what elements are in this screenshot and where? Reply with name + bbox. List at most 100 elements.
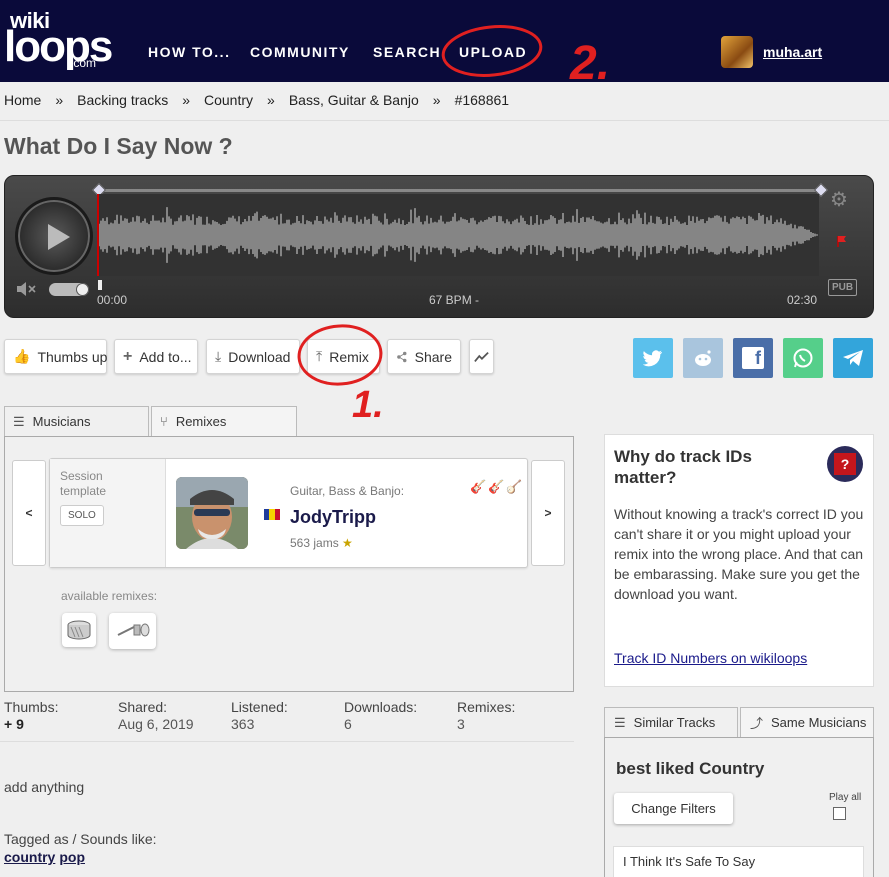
waveform-path xyxy=(97,207,818,263)
breadcrumb-backing-tracks[interactable]: Backing tracks xyxy=(77,92,168,108)
tab-same-label: Same Musicians xyxy=(771,715,867,730)
upload-icon: ⤒ xyxy=(316,348,323,364)
remix-button[interactable]: ⤒ Remix xyxy=(307,339,380,374)
add-to-button[interactable]: + Add to... xyxy=(114,339,198,374)
stat-downloads-value: 6 xyxy=(344,716,352,732)
session-info: Session template SOLO xyxy=(50,459,166,567)
nav-how-to[interactable]: HOW TO... xyxy=(148,44,230,60)
stats-button[interactable] xyxy=(469,339,494,374)
facebook-button[interactable]: f xyxy=(733,338,773,378)
instrument-icons: 🎸🎸🪕 xyxy=(470,479,525,495)
waveform[interactable] xyxy=(97,194,819,276)
remix-label: Remix xyxy=(329,348,369,365)
star-icon: ★ xyxy=(342,536,353,550)
stat-shared: Shared: Aug 6, 2019 xyxy=(118,699,194,733)
nav-upload[interactable]: UPLOAD xyxy=(459,44,527,60)
breadcrumb: Home » Backing tracks » Country » Bass, Guitar… xyxy=(4,92,509,108)
stat-remixes-label: Remixes: xyxy=(457,699,516,715)
whatsapp-button[interactable] xyxy=(783,338,823,378)
stat-listened-label: Listened: xyxy=(231,699,288,715)
musician-instruments: Guitar, Bass & Banjo: xyxy=(290,484,405,498)
musician-jam-count: 563 jams ★ xyxy=(290,536,353,550)
telegram-button[interactable] xyxy=(833,338,873,378)
nav-community[interactable]: COMMUNITY xyxy=(250,44,350,60)
next-musician-button[interactable]: > xyxy=(531,460,565,566)
tab-musicians[interactable]: ☰ Musicians xyxy=(4,406,149,437)
share-icon xyxy=(397,351,407,362)
report-flag-icon[interactable] xyxy=(836,235,848,247)
tab-remixes-label: Remixes xyxy=(175,414,227,429)
list-icon: ☰ xyxy=(13,413,25,429)
change-filters-button[interactable]: Change Filters xyxy=(614,793,733,824)
reddit-icon xyxy=(695,350,711,366)
add-to-label: Add to... xyxy=(139,348,192,365)
stat-remixes: Remixes: 3 xyxy=(457,699,515,733)
prev-musician-button[interactable]: < xyxy=(12,460,46,566)
breadcrumb-separator: » xyxy=(182,92,190,108)
tag-list: country pop xyxy=(4,849,89,865)
play-position-line xyxy=(97,194,99,276)
stat-listened-value: 363 xyxy=(231,716,255,732)
mute-icon[interactable] xyxy=(15,279,37,299)
drums-remix-icon[interactable] xyxy=(62,613,96,647)
download-label: Download xyxy=(228,348,291,365)
bass-icon: 🎸 xyxy=(488,479,507,494)
user-name-link[interactable]: muha.art xyxy=(763,44,822,60)
thumbs-up-button[interactable]: 👍 Thumbs up xyxy=(4,339,107,374)
volume-knob[interactable] xyxy=(76,283,89,296)
divider xyxy=(0,741,574,742)
nav-search[interactable]: SEARCH xyxy=(373,44,441,60)
breadcrumb-track-id: #168861 xyxy=(454,92,510,108)
volume-slider[interactable] xyxy=(49,283,89,296)
audio-player: 00:00 67 BPM - 02:30 ⚙ PUB xyxy=(4,175,874,318)
tag-link[interactable]: pop xyxy=(59,849,85,865)
track-id-link[interactable]: Track ID Numbers on wikiloops xyxy=(614,650,807,666)
tab-musicians-label: Musicians xyxy=(32,414,91,429)
wikiloops-logo[interactable]: wiki loops .com xyxy=(4,6,113,72)
twitter-button[interactable] xyxy=(633,338,673,378)
tab-similar-tracks[interactable]: ☰ Similar Tracks xyxy=(604,707,738,738)
breadcrumb-instruments[interactable]: Bass, Guitar & Banjo xyxy=(289,92,419,108)
user-avatar[interactable] xyxy=(721,36,753,68)
stat-shared-value: Aug 6, 2019 xyxy=(118,716,194,732)
info-text: Without knowing a track's correct ID you… xyxy=(614,506,864,602)
brass-remix-icon[interactable] xyxy=(109,613,156,649)
whatsapp-icon xyxy=(793,348,813,368)
download-button[interactable]: ⤓ Download xyxy=(206,339,300,374)
playhead-marker xyxy=(98,280,102,290)
play-button[interactable] xyxy=(15,197,93,275)
solo-badge: SOLO xyxy=(60,505,104,526)
reddit-button[interactable] xyxy=(683,338,723,378)
thumbs-up-label: Thumbs up xyxy=(37,348,108,365)
similar-track-item[interactable]: I Think It's Safe To Say xyxy=(613,846,864,877)
gear-icon[interactable]: ⚙ xyxy=(830,187,848,212)
play-icon xyxy=(48,224,70,250)
stat-thumbs-value: + 9 xyxy=(4,716,24,732)
musician-avatar[interactable] xyxy=(176,477,248,549)
breadcrumb-home[interactable]: Home xyxy=(4,92,41,108)
country-flag-icon xyxy=(264,509,280,520)
breadcrumb-country[interactable]: Country xyxy=(204,92,253,108)
musician-name-link[interactable]: JodyTripp xyxy=(290,507,376,528)
waveform-graphic xyxy=(97,194,818,276)
download-icon: ⤓ xyxy=(215,348,222,364)
similar-track-name: I Think It's Safe To Say xyxy=(623,854,756,869)
share-button[interactable]: Share xyxy=(387,339,461,374)
twitter-icon xyxy=(643,350,662,367)
scrub-track[interactable] xyxy=(97,189,822,192)
telegram-icon xyxy=(843,350,863,366)
page-title: What Do I Say Now ? xyxy=(4,133,233,159)
top-navbar: wiki loops .com HOW TO... COMMUNITY SEAR… xyxy=(0,0,889,82)
facebook-icon: f xyxy=(742,347,764,369)
available-remixes-label: available remixes: xyxy=(61,589,158,603)
thumbs-up-icon: 👍 xyxy=(13,348,31,364)
breadcrumb-separator: » xyxy=(432,92,441,108)
play-all-checkbox[interactable] xyxy=(833,807,846,820)
play-all-label: Play all xyxy=(829,792,862,803)
tab-same-musicians[interactable]: ⤴ Same Musicians xyxy=(740,707,874,738)
tag-link[interactable]: country xyxy=(4,849,55,865)
annotation-number-1: 1. xyxy=(352,384,384,426)
pub-badge[interactable]: PUB xyxy=(828,279,858,296)
stat-downloads: Downloads: 6 xyxy=(344,699,417,733)
tab-remixes[interactable]: ⑂ Remixes xyxy=(151,406,297,437)
